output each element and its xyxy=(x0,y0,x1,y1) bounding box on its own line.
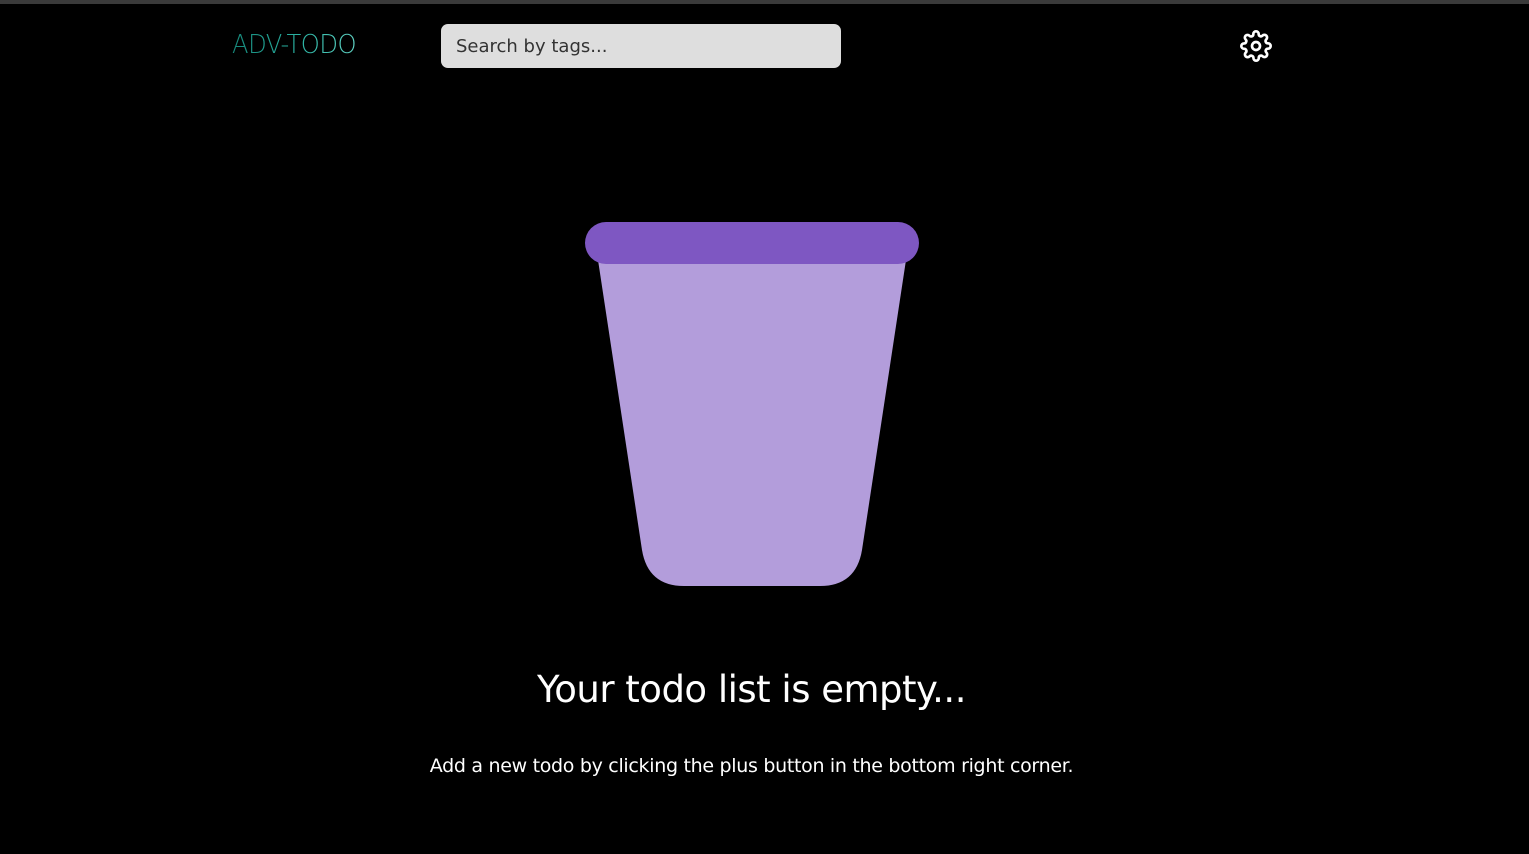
empty-cup-icon xyxy=(585,222,919,586)
tag-search-input[interactable] xyxy=(441,24,841,68)
cup-body xyxy=(598,260,906,586)
gear-icon xyxy=(1240,30,1272,62)
app-logo[interactable]: ADV-TODO xyxy=(232,28,357,62)
cup-rim xyxy=(585,222,919,264)
app-header: ADV-TODO xyxy=(0,4,1529,84)
settings-button[interactable] xyxy=(1236,26,1276,66)
empty-state-title: Your todo list is empty... xyxy=(537,668,966,711)
empty-state-hint: Add a new todo by clicking the plus butt… xyxy=(429,755,1074,777)
